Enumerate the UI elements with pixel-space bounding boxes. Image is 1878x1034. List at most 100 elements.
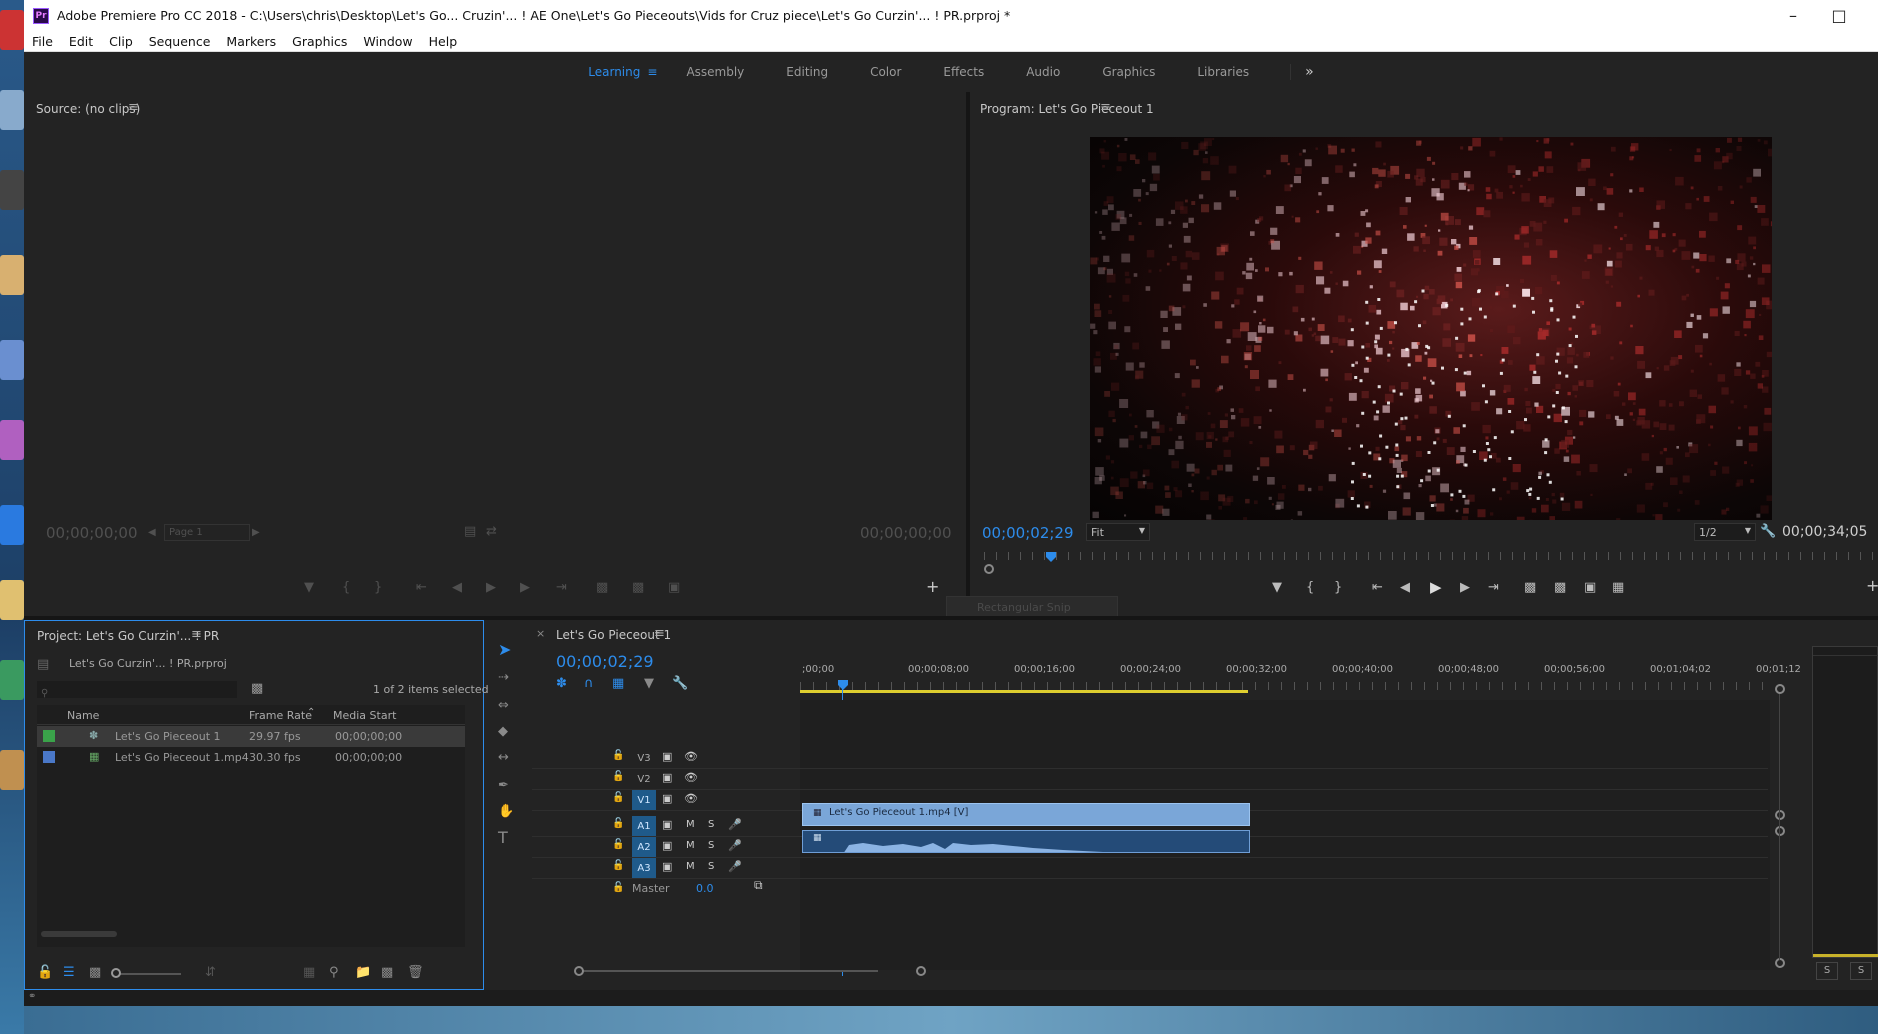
horizontal-scrollbar[interactable] [41,931,117,937]
menu-file[interactable]: File [24,34,61,49]
find-icon[interactable]: ⚲ [329,965,339,981]
program-playhead-timecode[interactable]: 00;00;02;29 [982,524,1074,542]
next-page-icon[interactable]: ▶ [252,525,260,541]
table-row[interactable]: ▦ Let's Go Pieceout 1.mp4 30.30 fps 00;00;0… [37,747,465,768]
overwrite-clip-icon[interactable]: ▩ [632,580,644,596]
trash-icon[interactable]: 🗑 [407,965,424,981]
workspace-audio[interactable]: Audio [1005,65,1081,79]
mark-in-icon[interactable]: { [1306,580,1314,596]
gauge-icon[interactable] [0,170,24,210]
track-lock-icon[interactable]: 🔓 [612,839,624,850]
insert-clip-icon[interactable]: ▩ [596,580,608,596]
go-to-in-icon[interactable]: ⇤ [416,580,427,596]
zoom-select[interactable]: Fit ▼ [1086,523,1150,541]
vertical-scroll-track[interactable] [1779,694,1780,960]
add-marker-icon[interactable]: ▼ [644,676,654,692]
menu-help[interactable]: Help [421,34,466,49]
program-video-frame[interactable] [1090,137,1772,520]
column-frame-rate[interactable]: Frame Rate [249,709,312,722]
timeline-playhead-timecode[interactable]: 00;00;02;29 [556,652,654,671]
solo-left-button[interactable]: S [1816,962,1838,980]
toggle-sync-lock-icon[interactable]: ▣ [662,792,672,805]
menu-markers[interactable]: Markers [218,34,284,49]
new-item-icon[interactable]: ▩ [381,965,393,981]
mark-out-icon[interactable]: } [1334,580,1342,596]
panel-menu-icon[interactable]: ≡ [128,100,139,116]
menu-sequence[interactable]: Sequence [141,34,219,49]
workspace-color[interactable]: Color [849,65,922,79]
add-marker-icon[interactable]: ▼ [304,580,314,596]
toggle-sync-lock-icon[interactable]: ▣ [662,839,672,852]
workspace-graphics[interactable]: Graphics [1081,65,1176,79]
program-time-ruler[interactable] [984,552,1878,560]
eye-icon[interactable]: 👁 [684,771,698,784]
workspace-overflow-button[interactable]: » [1290,64,1335,80]
solo-button[interactable]: S [708,840,714,851]
vertical-scroll-handle-top[interactable] [1775,684,1785,694]
linked-selection-icon[interactable]: ▦ [612,676,624,692]
folder-icon[interactable] [0,255,24,295]
workspace-menu-icon[interactable]: ≡ [647,65,657,79]
zoom-slider-handle[interactable] [111,968,121,978]
folder-icon[interactable] [0,750,24,790]
master-volume-value[interactable]: 0.0 [696,882,714,895]
snap-icon[interactable]: ∩ [584,676,594,692]
new-bin-icon[interactable]: 📁 [355,965,371,981]
razor-tool-icon[interactable]: ◆ [498,724,508,740]
comparison-view-icon[interactable]: ▦ [1612,580,1624,596]
app-shortcut-icon[interactable] [0,420,24,460]
track-target-a3[interactable]: A3 [632,858,656,878]
export-frame-icon[interactable]: ▣ [1584,580,1596,596]
go-to-next-edit-icon[interactable]: ⧉ [754,878,763,893]
automate-to-sequence-icon[interactable]: ▦ [303,965,315,981]
type-tool-icon[interactable]: T [498,830,508,846]
step-forward-icon[interactable]: ▶ [1460,580,1470,596]
insert-icon[interactable]: ⇄ [486,524,497,540]
toggle-sync-lock-icon[interactable]: ▣ [662,860,672,873]
extract-icon[interactable]: ▩ [1554,580,1566,596]
track-target-v1[interactable]: V1 [632,790,656,810]
mute-button[interactable]: M [686,861,695,872]
vertical-scroll-handle-mid[interactable] [1775,810,1785,820]
background-render-icon[interactable]: ⚭ [28,991,36,1002]
menu-edit[interactable]: Edit [61,34,101,49]
label-color-swatch[interactable] [43,751,55,763]
desktop-app-icon[interactable] [0,10,24,50]
zoom-scroll-left-handle[interactable] [574,966,584,976]
step-back-icon[interactable]: ◀ [452,580,462,596]
sort-ascending-icon[interactable]: ⌃ [307,707,315,718]
play-icon[interactable]: ▶ [486,580,496,596]
export-frame-icon[interactable]: ▣ [668,580,680,596]
source-timecode-left[interactable]: 00;00;00;00 [46,524,138,542]
zoom-scroll-handle[interactable] [984,564,994,574]
mark-in-icon[interactable]: { [342,580,350,596]
zoom-scroll-right-handle[interactable] [916,966,926,976]
work-area-bar[interactable] [800,690,1248,693]
lock-icon[interactable]: 🔓 [37,965,53,981]
lift-icon[interactable]: ▩ [1524,580,1536,596]
label-color-swatch[interactable] [43,730,55,742]
maximize-button[interactable]: □ [1816,0,1862,31]
source-add-button-icon[interactable]: + [926,579,939,595]
table-row[interactable]: ✽ Let's Go Pieceout 1 29.97 fps 00;00;00;00 [37,726,465,747]
folder-icon[interactable] [0,580,24,620]
go-to-in-icon[interactable]: ⇤ [1372,580,1383,596]
resolution-select[interactable]: 1/2 ▼ [1694,523,1756,541]
workspace-effects[interactable]: Effects [922,65,1005,79]
track-lock-icon[interactable]: 🔓 [612,750,624,761]
workspace-assembly[interactable]: Assembly [665,65,765,79]
add-marker-icon[interactable]: ▼ [1272,580,1282,596]
toggle-sync-lock-icon[interactable]: ▣ [662,818,672,831]
eye-icon[interactable]: 👁 [684,792,698,805]
track-lock-icon[interactable]: 🔓 [612,771,624,782]
solo-button[interactable]: S [708,861,714,872]
zoom-slider[interactable] [117,973,181,975]
new-search-bin-icon[interactable]: ▩ [251,681,263,697]
minimize-button[interactable]: – [1770,0,1816,31]
master-lock-icon[interactable]: 🔓 [612,882,624,893]
mute-button[interactable]: M [686,840,695,851]
music-app-icon[interactable] [0,340,24,380]
voice-over-microphone-icon[interactable]: 🎤 [728,839,742,852]
eye-icon[interactable]: 👁 [684,750,698,763]
track-target-a1[interactable]: A1 [632,816,656,836]
